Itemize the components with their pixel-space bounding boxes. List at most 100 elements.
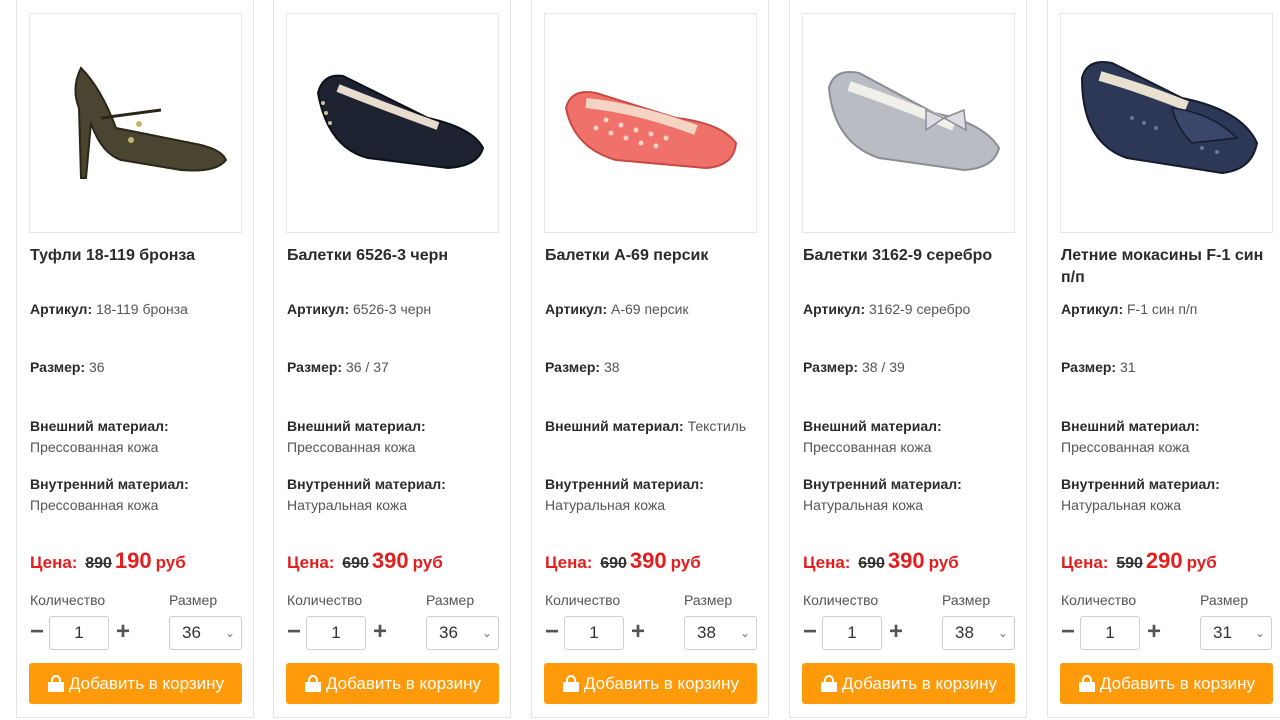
inner-material-value: Натуральная кожа [545, 497, 666, 513]
new-price: 390 [629, 548, 667, 573]
product-title[interactable]: Балетки 3162-9 серебро [803, 245, 1013, 267]
inner-material-value: Натуральная кожа [803, 497, 924, 513]
inner-material-label: Внутренний материал: [287, 476, 446, 492]
plus-icon[interactable]: + [886, 616, 906, 650]
product-sku: Артикул: 18-119 бронза [30, 299, 245, 320]
silver-ballet-flat-icon [827, 71, 1000, 172]
quantity-stepper: − 1 + [1058, 616, 1168, 650]
product-title[interactable]: Туфли 18-119 бронза [30, 245, 240, 267]
plus-icon[interactable]: + [113, 616, 133, 650]
product-price: Цена: 590 290 руб [1061, 548, 1217, 574]
minus-icon[interactable]: − [542, 616, 562, 650]
minus-icon[interactable]: − [1058, 616, 1078, 650]
product-image[interactable] [802, 13, 1015, 233]
product-image[interactable] [544, 13, 757, 233]
minus-icon[interactable]: − [27, 616, 47, 650]
size-select[interactable]: 38 ⌄ [684, 616, 757, 650]
quantity-input[interactable]: 1 [1080, 616, 1140, 650]
size-value: 38 / 39 [861, 359, 905, 375]
currency-label: руб [928, 553, 959, 572]
quantity-input[interactable]: 1 [564, 616, 624, 650]
add-to-cart-button[interactable]: Добавить в корзину [544, 663, 757, 704]
add-to-cart-label: Добавить в корзину [583, 673, 740, 693]
product-title[interactable]: Балетки А-69 персик [545, 245, 755, 267]
new-price: 290 [1145, 548, 1183, 573]
quantity-input[interactable]: 1 [306, 616, 366, 650]
inner-material-label: Внутренний материал: [30, 476, 189, 492]
product-inner-material: Внутренний материал: Натуральная кожа [1061, 474, 1276, 516]
product-size: Размер: 36 [30, 357, 245, 378]
peach-ballet-flat-icon [564, 91, 737, 170]
add-to-cart-label: Добавить в корзину [841, 673, 998, 693]
price-label: Цена: [803, 553, 851, 572]
add-to-cart-button[interactable]: Добавить в корзину [1060, 663, 1273, 704]
product-sku: Артикул: 6526-3 черн [287, 299, 502, 320]
chevron-down-icon: ⌄ [224, 626, 235, 640]
shopping-bag-icon [820, 674, 837, 692]
shopping-bag-icon [562, 674, 579, 692]
outer-material-value: Прессованная кожа [287, 439, 416, 455]
product-image[interactable] [286, 13, 499, 233]
currency-label: руб [155, 553, 186, 572]
size-select[interactable]: 31 ⌄ [1200, 616, 1272, 650]
outer-material-label: Внешний материал: [545, 418, 684, 434]
size-label: Размер: [1061, 359, 1117, 375]
quantity-stepper: − 1 + [800, 616, 910, 650]
size-label: Размер: [30, 359, 86, 375]
sku-value: А-69 персик [611, 301, 689, 317]
quantity-stepper: − 1 + [27, 616, 137, 650]
size-select-value: 38 [955, 623, 974, 642]
size-select-label: Размер [684, 592, 733, 608]
quantity-label: Количество [1061, 592, 1137, 608]
new-price: 390 [887, 548, 925, 573]
chevron-down-icon: ⌄ [481, 626, 492, 640]
size-value: 38 [603, 359, 620, 375]
add-to-cart-button[interactable]: Добавить в корзину [802, 663, 1015, 704]
product-title[interactable]: Балетки 6526-3 черн [287, 245, 497, 267]
product-inner-material: Внутренний материал: Натуральная кожа [803, 474, 1018, 516]
product-image[interactable] [1060, 13, 1273, 233]
outer-material-value: Прессованная кожа [1061, 439, 1190, 455]
add-to-cart-button[interactable]: Добавить в корзину [29, 663, 242, 704]
product-outer-material: Внешний материал: Текстиль [545, 416, 760, 437]
outer-material-label: Внешний материал: [803, 418, 942, 434]
product-card: Летние мокасины F-1 син п/п Артикул: F-1… [1047, 0, 1280, 718]
quantity-input[interactable]: 1 [822, 616, 882, 650]
plus-icon[interactable]: + [628, 616, 648, 650]
add-to-cart-label: Добавить в корзину [1099, 673, 1256, 693]
size-select[interactable]: 36 ⌄ [426, 616, 499, 650]
outer-material-value: Прессованная кожа [803, 439, 932, 455]
outer-material-value: Прессованная кожа [30, 439, 159, 455]
product-inner-material: Внутренний материал: Натуральная кожа [287, 474, 502, 516]
outer-material-label: Внешний материал: [287, 418, 426, 434]
quantity-label: Количество [287, 592, 363, 608]
sku-value: 18-119 бронза [96, 301, 188, 317]
size-select[interactable]: 38 ⌄ [942, 616, 1015, 650]
product-image[interactable] [29, 13, 242, 233]
product-card: Туфли 18-119 бронза Артикул: 18-119 брон… [16, 0, 254, 718]
product-title[interactable]: Летние мокасины F-1 син п/п [1061, 245, 1271, 289]
size-select[interactable]: 36 ⌄ [169, 616, 242, 650]
minus-icon[interactable]: − [800, 616, 820, 650]
quantity-label: Количество [545, 592, 621, 608]
product-inner-material: Внутренний материал: Натуральная кожа [545, 474, 760, 516]
size-select-label: Размер [942, 592, 991, 608]
sku-label: Артикул: [545, 301, 608, 317]
product-price: Цена: 890 190 руб [30, 548, 186, 574]
product-price: Цена: 690 390 руб [545, 548, 701, 574]
size-select-label: Размер [1200, 592, 1249, 608]
inner-material-value: Натуральная кожа [287, 497, 408, 513]
sku-label: Артикул: [287, 301, 350, 317]
quantity-input[interactable]: 1 [49, 616, 109, 650]
minus-icon[interactable]: − [284, 616, 304, 650]
outer-material-value: Текстиль [687, 418, 747, 434]
old-price: 590 [1116, 555, 1143, 572]
plus-icon[interactable]: + [1144, 616, 1164, 650]
add-to-cart-button[interactable]: Добавить в корзину [286, 663, 499, 704]
size-value: 36 [88, 359, 105, 375]
plus-icon[interactable]: + [370, 616, 390, 650]
product-outer-material: Внешний материал: Прессованная кожа [30, 416, 245, 458]
old-price: 890 [85, 555, 112, 572]
bronze-pump-icon [74, 66, 227, 179]
size-select-value: 31 [1213, 623, 1232, 642]
